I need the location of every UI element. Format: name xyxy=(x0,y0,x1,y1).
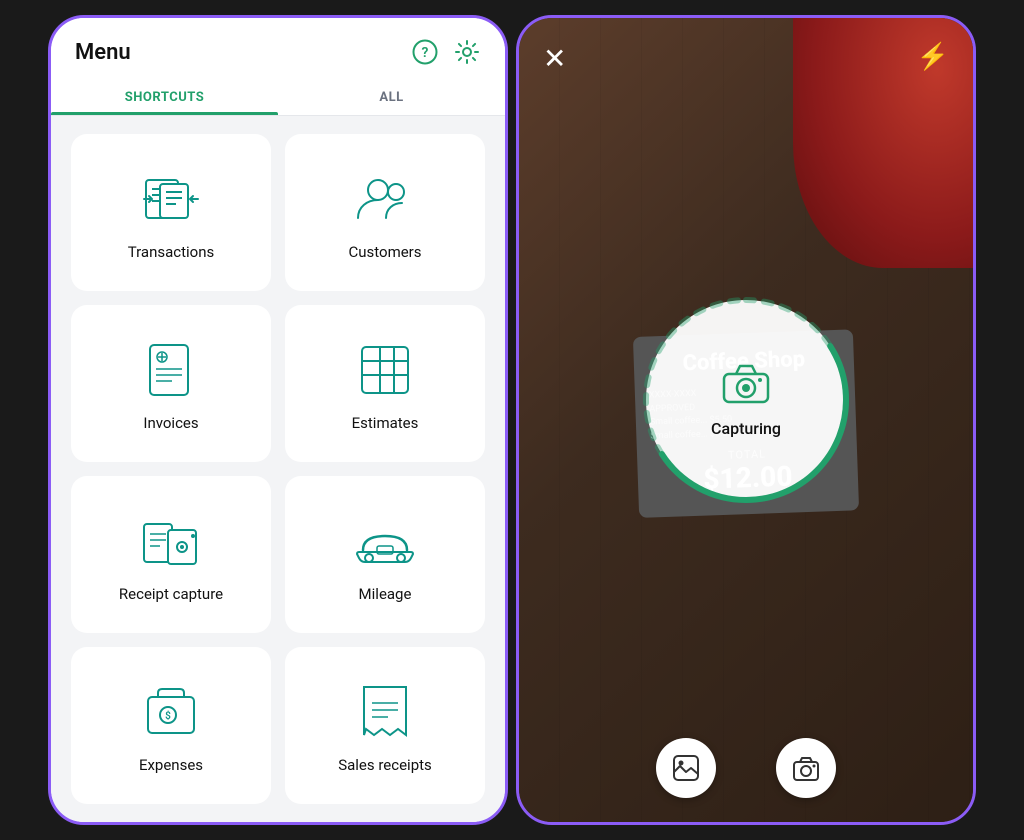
screens-container: Menu ? SHORTCUTS ALL xyxy=(0,0,1024,840)
customers-label: Customers xyxy=(348,243,421,261)
header-icons: ? xyxy=(411,38,481,66)
menu-grid: Transactions Customers xyxy=(51,116,505,822)
expenses-icon: $ xyxy=(141,682,201,742)
menu-item-estimates[interactable]: Estimates xyxy=(285,305,485,462)
menu-item-invoices[interactable]: Invoices xyxy=(71,305,271,462)
mileage-icon xyxy=(355,511,415,571)
transactions-icon xyxy=(141,169,201,229)
menu-title: Menu xyxy=(75,40,131,65)
menu-item-receipt-capture[interactable]: Receipt capture xyxy=(71,476,271,633)
receipt-capture-label: Receipt capture xyxy=(119,585,223,603)
menu-header: Menu ? xyxy=(51,18,505,78)
svg-text:?: ? xyxy=(422,45,429,61)
right-screen: ✕ ⚡ Coffee Shop XXXX-XXXXAPPROVEDSmall c… xyxy=(516,15,976,825)
estimates-label: Estimates xyxy=(352,414,419,432)
receipt-capture-icon xyxy=(141,511,201,571)
gallery-button[interactable] xyxy=(656,738,716,798)
transactions-label: Transactions xyxy=(128,243,215,261)
estimates-icon xyxy=(355,340,415,400)
menu-item-expenses[interactable]: $ Expenses xyxy=(71,647,271,804)
left-screen: Menu ? SHORTCUTS ALL xyxy=(48,15,508,825)
invoices-label: Invoices xyxy=(143,414,198,432)
invoices-icon xyxy=(141,340,201,400)
camera-bottom-bar xyxy=(519,738,973,798)
menu-item-mileage[interactable]: Mileage xyxy=(285,476,485,633)
close-button[interactable]: ✕ xyxy=(543,42,566,75)
settings-icon[interactable] xyxy=(453,38,481,66)
customers-icon xyxy=(355,169,415,229)
tabs-bar: SHORTCUTS ALL xyxy=(51,78,505,116)
tab-shortcuts[interactable]: SHORTCUTS xyxy=(51,78,278,115)
tab-all[interactable]: ALL xyxy=(278,78,505,115)
menu-item-sales-receipts[interactable]: Sales receipts xyxy=(285,647,485,804)
mileage-label: Mileage xyxy=(359,585,412,603)
capturing-progress-ring xyxy=(638,292,854,508)
sales-receipts-icon xyxy=(355,682,415,742)
flash-button[interactable]: ⚡ xyxy=(917,42,949,72)
capture-button[interactable] xyxy=(776,738,836,798)
menu-item-transactions[interactable]: Transactions xyxy=(71,134,271,291)
svg-text:$: $ xyxy=(165,709,171,722)
expenses-label: Expenses xyxy=(139,756,203,774)
capturing-overlay: Capturing xyxy=(646,300,846,500)
menu-item-customers[interactable]: Customers xyxy=(285,134,485,291)
help-icon[interactable]: ? xyxy=(411,38,439,66)
sales-receipts-label: Sales receipts xyxy=(338,756,432,774)
